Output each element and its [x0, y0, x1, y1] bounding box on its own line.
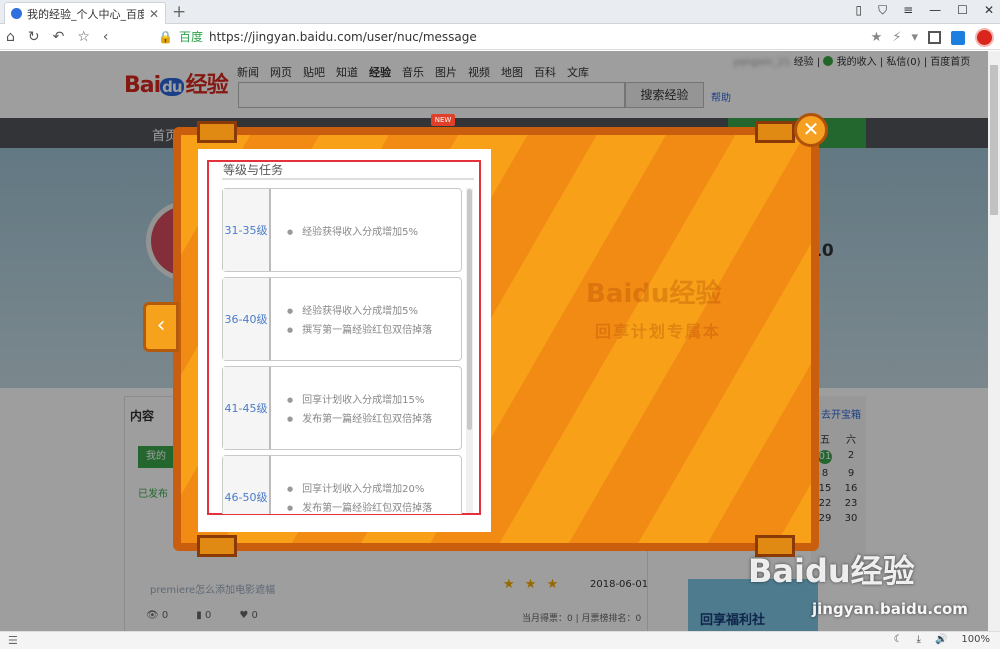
level-range: 41-45级 — [223, 367, 271, 449]
modal-watermark-logo: Baidu经验 — [586, 279, 722, 309]
level-card: 36-40级 经验获得收入分成增加5% 撰写第一篇经验红包双倍掉落 — [222, 277, 462, 361]
maximize-icon[interactable]: ☐ — [957, 3, 968, 18]
new-tab-button[interactable]: + — [172, 2, 186, 22]
level-task: 发布第一篇经验红包双倍掉落 — [287, 499, 461, 514]
qr-code-icon[interactable] — [928, 31, 941, 44]
nav-buttons: ⌂ ↻ ↶ ☆ ‹ — [6, 29, 109, 45]
window-controls: ▯ ⛉ ≡ — ☐ ✕ — [855, 3, 994, 18]
level-task: 发布第一篇经验红包双倍掉落 — [287, 410, 461, 425]
sidebar-icon[interactable]: ▯ — [855, 3, 862, 18]
panel-scroll-thumb[interactable] — [467, 189, 472, 430]
level-task: 经验获得收入分成增加5% — [287, 302, 461, 317]
night-mode-icon[interactable]: ☾ — [894, 634, 903, 645]
reader-icon[interactable]: ☰ — [8, 634, 18, 647]
baidu-paw-icon — [11, 8, 22, 19]
level-task: 撰写第一篇经验红包双倍掉落 — [287, 321, 461, 336]
url-text: https://jingyan.baidu.com/user/nuc/messa… — [208, 29, 477, 44]
level-tasks: 回享计划收入分成增加20% 发布第一篇经验红包双倍掉落 — [271, 456, 461, 514]
level-task: 回享计划收入分成增加15% — [287, 391, 461, 406]
shirt-icon[interactable]: ⛉ — [878, 3, 887, 18]
new-badge: NEW — [431, 114, 455, 126]
level-tasks: 经验获得收入分成增加5% 撰写第一篇经验红包双倍掉落 — [271, 278, 461, 360]
modal-corner — [197, 121, 237, 143]
level-range: 31-35级 — [223, 189, 271, 271]
address-actions: ★ ⚡ ▾ — [871, 28, 994, 47]
menu-icon[interactable]: ≡ — [903, 3, 913, 18]
modal-watermark-sub: 回享计划专属本 — [595, 322, 722, 341]
chevron-down-icon[interactable]: ▾ — [911, 30, 918, 45]
baidu-watermark: Baidu经验 — [748, 552, 915, 590]
lightning-icon[interactable]: ⚡ — [892, 30, 901, 45]
title-divider — [222, 178, 474, 180]
level-task: 回享计划收入分成增加20% — [287, 480, 461, 495]
modal-corner — [755, 121, 795, 143]
close-tab-icon[interactable]: ✕ — [149, 7, 159, 21]
status-actions: ☾ ⤓ 🔊 100% — [894, 634, 990, 645]
bookmark-star-icon[interactable]: ★ — [871, 30, 883, 45]
page-scroll-thumb[interactable] — [990, 65, 998, 215]
undo-icon[interactable]: ↶ — [53, 29, 65, 45]
home-icon[interactable]: ⌂ — [6, 29, 15, 45]
close-window-icon[interactable]: ✕ — [984, 3, 994, 18]
refresh-icon[interactable]: ↻ — [28, 29, 40, 45]
level-tasks: 回享计划收入分成增加15% 发布第一篇经验红包双倍掉落 — [271, 367, 461, 449]
level-card: 31-35级 经验获得收入分成增加5% — [222, 188, 462, 272]
level-card: 46-50级 回享计划收入分成增加20% 发布第一篇经验红包双倍掉落 — [222, 455, 462, 514]
sound-icon[interactable]: 🔊 — [935, 634, 947, 645]
level-task: 经验获得收入分成增加5% — [287, 223, 461, 238]
download-icon[interactable]: ⤓ — [917, 634, 921, 645]
level-tasks: 经验获得收入分成增加5% — [271, 189, 461, 271]
back-icon[interactable]: ‹ — [103, 29, 109, 45]
tab-bar: 我的经验_个人中心_百度经验 ✕ + ▯ ⛉ ≡ — ☐ ✕ — [0, 0, 1000, 24]
user-avatar-icon[interactable] — [975, 28, 994, 47]
extension-icon[interactable] — [951, 30, 965, 45]
status-bar: ☰ ☾ ⤓ 🔊 100% — [0, 631, 1000, 649]
modal-corner — [197, 535, 237, 557]
prev-page-button[interactable]: ‹ — [143, 302, 179, 352]
zoom-level[interactable]: 100% — [961, 634, 990, 645]
address-bar: ⌂ ↻ ↶ ☆ ‹ 🔒 百度 https://jingyan.baidu.com… — [0, 24, 1000, 50]
site-name: 百度 — [178, 30, 203, 44]
star-icon[interactable]: ☆ — [77, 29, 90, 45]
level-range: 36-40级 — [223, 278, 271, 360]
page-scrollbar[interactable] — [988, 51, 1000, 631]
close-modal-button[interactable]: ✕ — [794, 113, 828, 147]
baidu-watermark-url: jingyan.baidu.com — [812, 600, 968, 618]
level-range: 46-50级 — [223, 456, 271, 514]
tab-title: 我的经验_个人中心_百度经验 — [27, 7, 144, 21]
lock-icon: 🔒 — [158, 29, 173, 44]
browser-tab[interactable]: 我的经验_个人中心_百度经验 ✕ — [4, 2, 166, 24]
level-card: 41-45级 回享计划收入分成增加15% 发布第一篇经验红包双倍掉落 — [222, 366, 462, 450]
minimize-icon[interactable]: — — [929, 3, 941, 18]
level-list: 31-35级 经验获得收入分成增加5% 36-40级 经验获得收入分成增加5% … — [222, 188, 462, 514]
url-field[interactable]: 🔒 百度 https://jingyan.baidu.com/user/nuc/… — [158, 28, 477, 45]
panel-title: 等级与任务 — [223, 163, 284, 177]
